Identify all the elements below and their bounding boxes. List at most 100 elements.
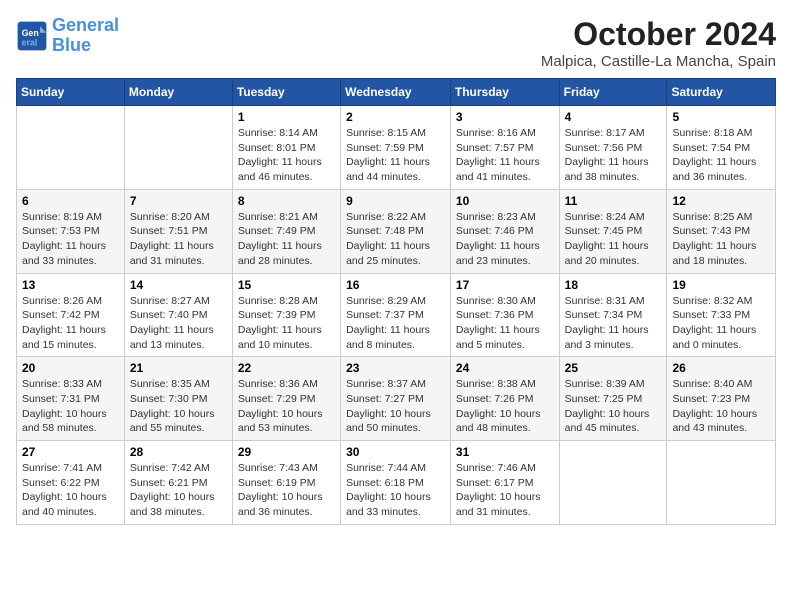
calendar-header-row: SundayMondayTuesdayWednesdayThursdayFrid… — [17, 79, 776, 106]
day-detail: Sunrise: 8:21 AM Sunset: 7:49 PM Dayligh… — [238, 210, 335, 269]
day-detail: Sunrise: 8:20 AM Sunset: 7:51 PM Dayligh… — [130, 210, 227, 269]
calendar-cell: 16 Sunrise: 8:29 AM Sunset: 7:37 PM Dayli… — [341, 273, 451, 357]
day-detail: Sunrise: 7:44 AM Sunset: 6:18 PM Dayligh… — [346, 461, 445, 520]
calendar-cell: 29Sunrise: 7:43 AM Sunset: 6:19 PM Dayli… — [232, 441, 340, 525]
calendar-cell: 9 Sunrise: 8:22 AM Sunset: 7:48 PM Daylig… — [341, 189, 451, 273]
day-detail: Sunrise: 8:40 AM Sunset: 7:23 PM Dayligh… — [672, 377, 770, 436]
calendar-title: October 2024 — [541, 16, 776, 53]
day-of-week-header: Monday — [124, 79, 232, 106]
day-number: 27 — [22, 445, 119, 459]
day-number: 13 — [22, 278, 119, 292]
calendar-cell: 24 Sunrise: 8:38 AM Sunset: 7:26 PM Dayli… — [450, 357, 559, 441]
calendar-cell: 7Sunrise: 8:20 AM Sunset: 7:51 PM Daylig… — [124, 189, 232, 273]
calendar-cell: 19 Sunrise: 8:32 AM Sunset: 7:33 PM Dayli… — [667, 273, 776, 357]
day-detail: Sunrise: 8:28 AM Sunset: 7:39 PM Dayligh… — [238, 294, 335, 353]
calendar-cell: 27 Sunrise: 7:41 AM Sunset: 6:22 PM Dayli… — [17, 441, 125, 525]
day-number: 10 — [456, 194, 554, 208]
day-number: 3 — [456, 110, 554, 124]
day-of-week-header: Saturday — [667, 79, 776, 106]
day-number: 8 — [238, 194, 335, 208]
day-detail: Sunrise: 8:27 AM Sunset: 7:40 PM Dayligh… — [130, 294, 227, 353]
day-detail: Sunrise: 8:37 AM Sunset: 7:27 PM Dayligh… — [346, 377, 445, 436]
day-number: 21 — [130, 361, 227, 375]
calendar-week-row: 1 Sunrise: 8:14 AM Sunset: 8:01 PM Daylig… — [17, 106, 776, 190]
day-detail: Sunrise: 8:33 AM Sunset: 7:31 PM Dayligh… — [22, 377, 119, 436]
calendar-cell: 22Sunrise: 8:36 AM Sunset: 7:29 PM Dayli… — [232, 357, 340, 441]
day-number: 26 — [672, 361, 770, 375]
day-of-week-header: Wednesday — [341, 79, 451, 106]
day-of-week-header: Friday — [559, 79, 667, 106]
day-detail: Sunrise: 8:30 AM Sunset: 7:36 PM Dayligh… — [456, 294, 554, 353]
day-number: 1 — [238, 110, 335, 124]
calendar-cell: 1 Sunrise: 8:14 AM Sunset: 8:01 PM Daylig… — [232, 106, 340, 190]
day-of-week-header: Thursday — [450, 79, 559, 106]
calendar-week-row: 20 Sunrise: 8:33 AM Sunset: 7:31 PM Dayli… — [17, 357, 776, 441]
day-detail: Sunrise: 8:32 AM Sunset: 7:33 PM Dayligh… — [672, 294, 770, 353]
day-number: 30 — [346, 445, 445, 459]
day-number: 11 — [565, 194, 662, 208]
calendar-cell — [667, 441, 776, 525]
calendar-cell: 20 Sunrise: 8:33 AM Sunset: 7:31 PM Dayli… — [17, 357, 125, 441]
title-block: October 2024 Malpica, Castille-La Mancha… — [541, 16, 776, 70]
calendar-cell: 15 Sunrise: 8:28 AM Sunset: 7:39 PM Dayli… — [232, 273, 340, 357]
day-number: 14 — [130, 278, 227, 292]
calendar-week-row: 27 Sunrise: 7:41 AM Sunset: 6:22 PM Dayli… — [17, 441, 776, 525]
calendar-cell: 5 Sunrise: 8:18 AM Sunset: 7:54 PM Daylig… — [667, 106, 776, 190]
day-detail: Sunrise: 8:35 AM Sunset: 7:30 PM Dayligh… — [130, 377, 227, 436]
day-number: 19 — [672, 278, 770, 292]
calendar-table: SundayMondayTuesdayWednesdayThursdayFrid… — [16, 78, 776, 525]
day-detail: Sunrise: 8:39 AM Sunset: 7:25 PM Dayligh… — [565, 377, 662, 436]
calendar-cell: 25 Sunrise: 8:39 AM Sunset: 7:25 PM Dayli… — [559, 357, 667, 441]
calendar-cell: 18Sunrise: 8:31 AM Sunset: 7:34 PM Dayli… — [559, 273, 667, 357]
day-number: 23 — [346, 361, 445, 375]
calendar-cell: 11 Sunrise: 8:24 AM Sunset: 7:45 PM Dayli… — [559, 189, 667, 273]
calendar-cell — [124, 106, 232, 190]
calendar-cell — [17, 106, 125, 190]
day-detail: Sunrise: 8:24 AM Sunset: 7:45 PM Dayligh… — [565, 210, 662, 269]
day-number: 12 — [672, 194, 770, 208]
day-number: 15 — [238, 278, 335, 292]
logo-text: General Blue — [52, 16, 119, 56]
calendar-cell: 31 Sunrise: 7:46 AM Sunset: 6:17 PM Dayli… — [450, 441, 559, 525]
calendar-cell: 23 Sunrise: 8:37 AM Sunset: 7:27 PM Dayli… — [341, 357, 451, 441]
day-number: 16 — [346, 278, 445, 292]
day-number: 9 — [346, 194, 445, 208]
day-detail: Sunrise: 8:36 AM Sunset: 7:29 PM Dayligh… — [238, 377, 335, 436]
day-of-week-header: Sunday — [17, 79, 125, 106]
calendar-week-row: 13 Sunrise: 8:26 AM Sunset: 7:42 PM Dayli… — [17, 273, 776, 357]
calendar-cell: 30 Sunrise: 7:44 AM Sunset: 6:18 PM Dayli… — [341, 441, 451, 525]
calendar-cell — [559, 441, 667, 525]
day-number: 20 — [22, 361, 119, 375]
calendar-week-row: 6Sunrise: 8:19 AM Sunset: 7:53 PM Daylig… — [17, 189, 776, 273]
day-number: 2 — [346, 110, 445, 124]
day-number: 31 — [456, 445, 554, 459]
svg-text:Gen: Gen — [22, 28, 39, 38]
calendar-cell: 13 Sunrise: 8:26 AM Sunset: 7:42 PM Dayli… — [17, 273, 125, 357]
calendar-cell: 26 Sunrise: 8:40 AM Sunset: 7:23 PM Dayli… — [667, 357, 776, 441]
day-detail: Sunrise: 8:31 AM Sunset: 7:34 PM Dayligh… — [565, 294, 662, 353]
calendar-cell: 17Sunrise: 8:30 AM Sunset: 7:36 PM Dayli… — [450, 273, 559, 357]
day-number: 25 — [565, 361, 662, 375]
logo: Gen eral General Blue — [16, 16, 119, 56]
day-detail: Sunrise: 8:22 AM Sunset: 7:48 PM Dayligh… — [346, 210, 445, 269]
day-detail: Sunrise: 8:23 AM Sunset: 7:46 PM Dayligh… — [456, 210, 554, 269]
calendar-cell: 8 Sunrise: 8:21 AM Sunset: 7:49 PM Daylig… — [232, 189, 340, 273]
calendar-cell: 6Sunrise: 8:19 AM Sunset: 7:53 PM Daylig… — [17, 189, 125, 273]
day-detail: Sunrise: 8:15 AM Sunset: 7:59 PM Dayligh… — [346, 126, 445, 185]
page-header: Gen eral General Blue October 2024 Malpi… — [16, 16, 776, 70]
day-detail: Sunrise: 8:26 AM Sunset: 7:42 PM Dayligh… — [22, 294, 119, 353]
day-detail: Sunrise: 7:46 AM Sunset: 6:17 PM Dayligh… — [456, 461, 554, 520]
calendar-cell: 2 Sunrise: 8:15 AM Sunset: 7:59 PM Daylig… — [341, 106, 451, 190]
day-detail: Sunrise: 8:38 AM Sunset: 7:26 PM Dayligh… — [456, 377, 554, 436]
day-detail: Sunrise: 8:18 AM Sunset: 7:54 PM Dayligh… — [672, 126, 770, 185]
day-number: 28 — [130, 445, 227, 459]
svg-text:eral: eral — [22, 37, 38, 47]
day-detail: Sunrise: 8:14 AM Sunset: 8:01 PM Dayligh… — [238, 126, 335, 185]
day-detail: Sunrise: 8:19 AM Sunset: 7:53 PM Dayligh… — [22, 210, 119, 269]
day-detail: Sunrise: 7:41 AM Sunset: 6:22 PM Dayligh… — [22, 461, 119, 520]
day-detail: Sunrise: 8:25 AM Sunset: 7:43 PM Dayligh… — [672, 210, 770, 269]
day-detail: Sunrise: 8:29 AM Sunset: 7:37 PM Dayligh… — [346, 294, 445, 353]
day-number: 24 — [456, 361, 554, 375]
day-number: 5 — [672, 110, 770, 124]
day-detail: Sunrise: 8:16 AM Sunset: 7:57 PM Dayligh… — [456, 126, 554, 185]
